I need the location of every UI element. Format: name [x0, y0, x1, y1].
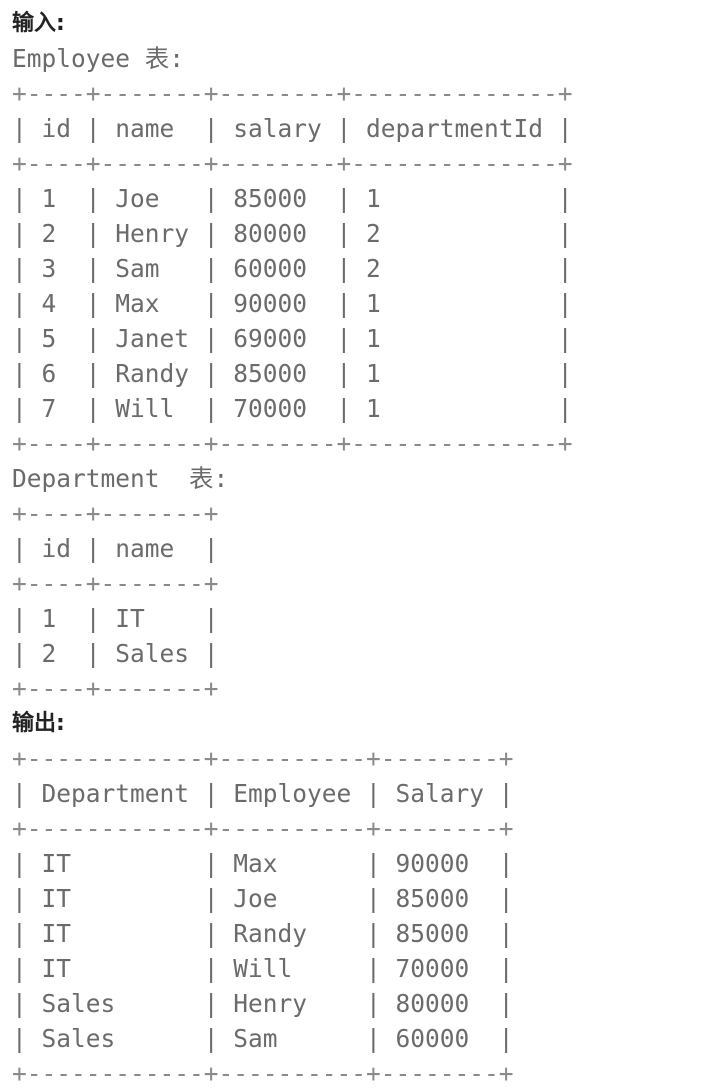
department-caption: Department 表: — [12, 464, 229, 493]
department-table: +----+-------+ | id | name | +----+-----… — [12, 496, 720, 706]
table-header-row: | id | name | — [12, 534, 219, 563]
table-row: | IT | Joe | 85000 | — [12, 884, 514, 913]
output-heading: 输出: — [12, 711, 65, 736]
table-row: | IT | Randy | 85000 | — [12, 919, 514, 948]
table-border: +----+-------+ — [12, 674, 219, 703]
table-row: | Sales | Sam | 60000 | — [12, 1024, 514, 1053]
table-header-row: | Department | Employee | Salary | — [12, 779, 514, 808]
document: 输入: Employee 表: +----+-------+--------+-… — [0, 0, 720, 1091]
table-row: | 2 | Henry | 80000 | 2 | — [12, 219, 573, 248]
table-border: +----+-------+--------+--------------+ — [12, 429, 573, 458]
table-row: | IT | Will | 70000 | — [12, 954, 514, 983]
table-row: | 2 | Sales | — [12, 639, 219, 668]
table-border: +----+-------+ — [12, 499, 219, 528]
table-row: | IT | Max | 90000 | — [12, 849, 514, 878]
output-table: +------------+----------+--------+ | Dep… — [12, 741, 720, 1091]
input-heading: 输入: — [12, 11, 65, 36]
table-border: +------------+----------+--------+ — [12, 1059, 514, 1088]
table-border: +------------+----------+--------+ — [12, 744, 514, 773]
table-row: | 1 | IT | — [12, 604, 219, 633]
table-row: | 5 | Janet | 69000 | 1 | — [12, 324, 573, 353]
table-row: | 1 | Joe | 85000 | 1 | — [12, 184, 573, 213]
table-row: | Sales | Henry | 80000 | — [12, 989, 514, 1018]
table-row: | 7 | Will | 70000 | 1 | — [12, 394, 573, 423]
table-border: +------------+----------+--------+ — [12, 814, 514, 843]
employee-table: +----+-------+--------+--------------+ |… — [12, 76, 720, 461]
employee-caption: Employee 表: — [12, 44, 185, 73]
table-row: | 4 | Max | 90000 | 1 | — [12, 289, 573, 318]
table-border: +----+-------+--------+--------------+ — [12, 149, 573, 178]
table-border: +----+-------+ — [12, 569, 219, 598]
table-row: | 3 | Sam | 60000 | 2 | — [12, 254, 573, 283]
table-row: | 6 | Randy | 85000 | 1 | — [12, 359, 573, 388]
table-header-row: | id | name | salary | departmentId | — [12, 114, 573, 143]
table-border: +----+-------+--------+--------------+ — [12, 79, 573, 108]
